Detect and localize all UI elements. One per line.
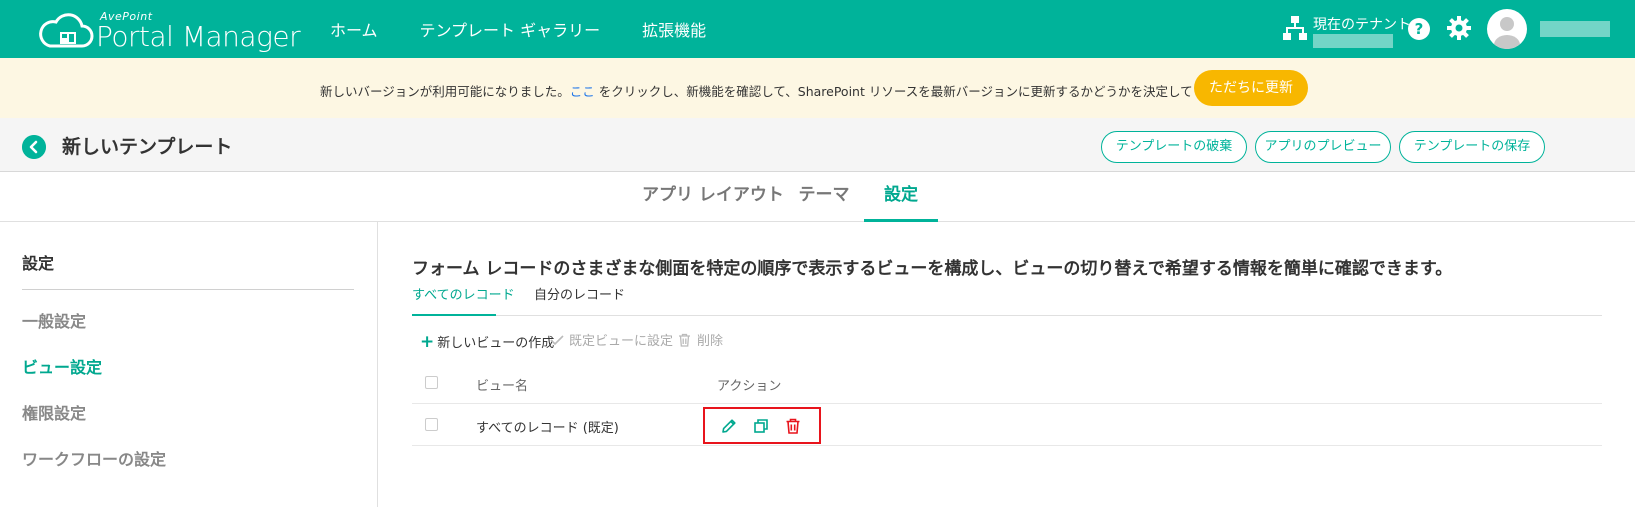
row-checkbox[interactable] [425,418,438,431]
page-title: 新しいテンプレート [62,136,233,158]
tab-app-layout[interactable]: アプリ レイアウト [642,172,784,222]
cloud-logo-icon [39,13,94,48]
column-view-name: ビュー名 [476,379,529,394]
set-default-view-button[interactable]: 既定ビューに設定 [550,332,673,352]
main-tabs: アプリ レイアウト テーマ 設定 [0,172,1635,222]
help-icon[interactable]: ? [1408,18,1430,40]
sidebar-divider [22,289,354,290]
trash-icon [679,333,690,347]
top-header: AvePoint Portal Manager ホーム テンプレート ギャラリー… [0,0,1635,58]
column-actions: アクション [717,379,782,394]
user-silhouette-icon [1494,17,1520,49]
nav-extensions[interactable]: 拡張機能 [642,17,706,41]
sidebar-item-general[interactable]: 一般設定 [22,308,86,332]
product-name: Portal Manager [96,20,301,53]
tenant-selector[interactable]: 現在のテナント: [1283,12,1416,48]
sidebar-item-permissions[interactable]: 権限設定 [22,400,86,424]
tab-theme[interactable]: テーマ [794,172,854,222]
banner-link[interactable]: ここ [570,84,595,99]
table-row: すべてのレコード (既定) [412,404,1602,446]
plus-icon: + [420,332,435,352]
section-description: フォーム レコードのさまざまな側面を特定の順序で表示するビューを構成し、ビューの… [412,259,1453,279]
sidebar-heading: 設定 [22,254,55,273]
copy-icon[interactable] [752,417,770,435]
main-nav: ホーム テンプレート ギャラリー 拡張機能 [330,0,748,58]
tenant-name-redacted [1313,34,1393,48]
settings-sidebar: 設定 一般設定 ビュー設定 権限設定 ワークフローの設定 [0,222,378,507]
create-view-button[interactable]: + 新しいビューの作成 [420,332,554,352]
banner-message: 新しいバージョンが利用可能になりました。ここ をクリックし、新機能を確認して、S… [320,81,1255,100]
sidebar-item-view-settings[interactable]: ビュー設定 [22,354,102,378]
user-avatar[interactable] [1487,9,1527,49]
view-settings-panel: フォーム レコードのさまざまな側面を特定の順序で表示するビューを構成し、ビューの… [379,222,1635,507]
sitemap-icon [1283,16,1307,40]
update-banner: 新しいバージョンが利用可能になりました。ここ をクリックし、新機能を確認して、S… [0,58,1635,118]
nav-template-gallery[interactable]: テンプレート ギャラリー [420,17,601,41]
record-sub-tabs: すべてのレコード 自分のレコード [412,284,1602,316]
subtab-all-records[interactable]: すべてのレコード [412,284,515,316]
portal-manager-logo[interactable]: AvePoint Portal Manager [36,6,301,53]
view-name-cell: すべてのレコード (既定) [476,421,619,436]
tenant-label: 現在のテナント: [1313,17,1416,33]
trash-icon[interactable] [784,417,802,435]
user-name-redacted[interactable] [1540,21,1610,37]
delete-label: 削除 [697,334,724,349]
table-header: ビュー名 アクション [412,362,1602,404]
update-now-button[interactable]: ただちに更新 [1194,70,1308,106]
edit-icon[interactable] [720,417,738,435]
back-arrow-icon[interactable] [22,135,46,159]
sidebar-item-workflow[interactable]: ワークフローの設定 [22,446,166,470]
check-icon [550,335,564,346]
select-all-checkbox[interactable] [425,376,438,389]
banner-text-after: をクリックし、新機能を確認して、SharePoint リソースを最新バージョンに… [594,84,1255,99]
set-default-label: 既定ビューに設定 [569,334,674,349]
tab-settings[interactable]: 設定 [864,172,938,222]
gear-icon[interactable] [1446,15,1472,41]
nav-home[interactable]: ホーム [330,17,378,41]
preview-app-button[interactable]: アプリのプレビュー [1255,131,1391,163]
row-actions-highlight [703,407,821,444]
subtab-my-records[interactable]: 自分のレコード [534,284,625,316]
discard-template-button[interactable]: テンプレートの破棄 [1101,131,1247,163]
title-bar: 新しいテンプレート テンプレートの破棄 アプリのプレビュー テンプレートの保存 [0,118,1635,172]
banner-text-before: 新しいバージョンが利用可能になりました。 [320,84,570,99]
save-template-button[interactable]: テンプレートの保存 [1399,131,1545,163]
create-view-label: 新しいビューの作成 [437,336,555,351]
delete-view-button[interactable]: 削除 [678,332,723,352]
